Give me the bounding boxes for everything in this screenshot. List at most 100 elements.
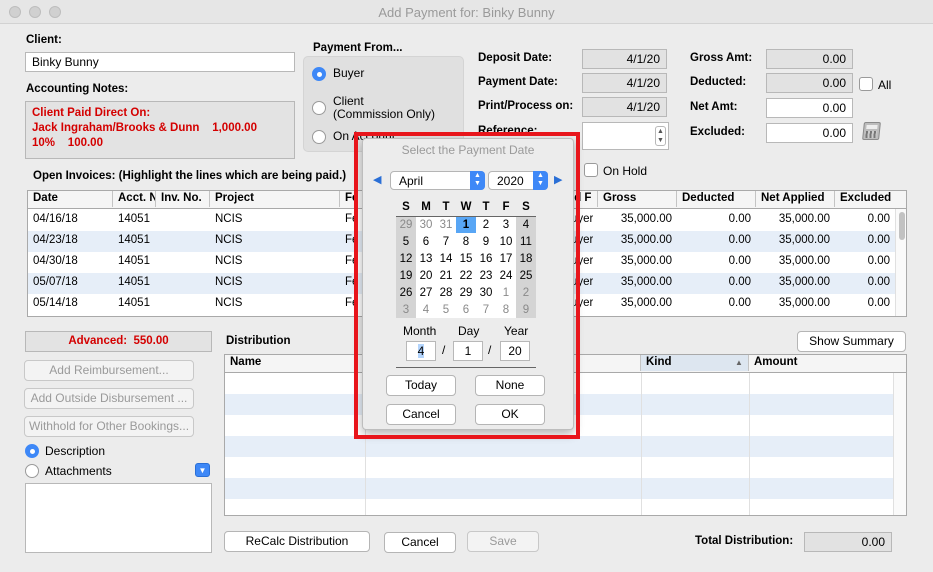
col-inv-no[interactable]: Inv. No.	[156, 191, 210, 207]
on-hold-label: On Hold	[603, 164, 648, 178]
table-cell: 35,000.00	[778, 234, 830, 246]
table-cell: 35,000.00	[620, 213, 672, 225]
table-cell: NCIS	[215, 213, 243, 225]
payment-from-label: Payment From...	[313, 42, 403, 54]
client-field[interactable]: Binky Bunny	[25, 52, 295, 72]
net-amt-field[interactable]: 0.00	[766, 98, 853, 118]
col-kind[interactable]: Kind	[641, 355, 749, 371]
table-cell: 0.00	[867, 255, 890, 267]
commission-only-label: (Commission Only)	[333, 107, 436, 121]
client-option-label: Client	[333, 94, 364, 108]
recalc-distribution-button[interactable]: ReCalc Distribution	[224, 531, 370, 552]
gross-amt-field: 0.00	[766, 49, 853, 69]
sort-ascending-icon: ▲	[735, 358, 743, 367]
deposit-date-label: Deposit Date:	[478, 52, 553, 64]
table-cell: NCIS	[215, 234, 243, 246]
client-label: Client:	[26, 34, 62, 46]
add-reimbursement-button[interactable]: Add Reimbursement...	[24, 360, 194, 381]
note-line: 10% 100.00	[32, 137, 103, 149]
deducted-field: 0.00	[766, 73, 853, 93]
table-cell: 35,000.00	[620, 297, 672, 309]
cancel-button[interactable]: Cancel	[384, 532, 456, 553]
window-title: Add Payment for: Binky Bunny	[378, 5, 555, 20]
table-cell: NCIS	[215, 276, 243, 288]
table-cell: 05/14/18	[33, 297, 78, 309]
calculator-icon[interactable]	[862, 122, 881, 140]
save-button[interactable]: Save	[467, 531, 539, 552]
col-excluded[interactable]: Excluded	[835, 191, 895, 207]
reference-field[interactable]: ▲ ▼	[582, 122, 669, 150]
table-cell: 0.00	[867, 213, 890, 225]
payment-date-field[interactable]: 4/1/20	[582, 73, 667, 93]
table-cell: NCIS	[215, 297, 243, 309]
table-cell: 0.00	[728, 297, 751, 309]
show-summary-button[interactable]: Show Summary	[797, 331, 906, 352]
col-gross[interactable]: Gross	[598, 191, 677, 207]
title-bar: Add Payment for: Binky Bunny	[0, 0, 933, 24]
table-cell: NCIS	[215, 255, 243, 267]
deposit-date-field[interactable]: 4/1/20	[582, 49, 667, 69]
table-cell: 0.00	[728, 276, 751, 288]
all-checkbox[interactable]	[859, 77, 873, 91]
table-cell: 05/07/18	[33, 276, 78, 288]
description-textarea[interactable]	[25, 483, 212, 553]
table-cell: 14051	[118, 213, 150, 225]
table-cell: 0.00	[728, 213, 751, 225]
advanced-amount: Advanced: 550.00	[25, 331, 212, 352]
all-label: All	[878, 78, 892, 92]
client-radio[interactable]	[312, 101, 326, 115]
table-cell: 04/23/18	[33, 234, 78, 246]
reference-stepper-icon[interactable]: ▲ ▼	[655, 126, 666, 146]
table-cell: 0.00	[867, 234, 890, 246]
deducted-label: Deducted:	[690, 76, 747, 88]
table-cell: 35,000.00	[620, 234, 672, 246]
table-cell: 04/30/18	[33, 255, 78, 267]
col-amount[interactable]: Amount	[749, 355, 893, 371]
table-cell: 35,000.00	[620, 255, 672, 267]
payment-date-label: Payment Date:	[478, 76, 558, 88]
net-amt-label: Net Amt:	[690, 101, 738, 113]
total-distribution-label: Total Distribution:	[695, 535, 794, 547]
col-net-applied[interactable]: Net Applied	[756, 191, 835, 207]
col-project[interactable]: Project	[210, 191, 340, 207]
table-cell: 35,000.00	[778, 255, 830, 267]
table-cell: 0.00	[867, 297, 890, 309]
buyer-radio[interactable]	[312, 67, 326, 81]
col-acct[interactable]: Acct. N	[113, 191, 156, 207]
accounting-notes-box[interactable]: Client Paid Direct On: Jack Ingraham/Bro…	[25, 101, 295, 159]
table-cell: 14051	[118, 234, 150, 246]
attachments-label: Attachments	[45, 464, 112, 478]
description-radio[interactable]	[25, 444, 39, 458]
invoices-scrollbar[interactable]	[895, 209, 906, 316]
note-line: Jack Ingraham/Brooks & Dunn 1,000.00	[32, 122, 257, 134]
attachments-radio[interactable]	[25, 464, 39, 478]
attachments-dropdown-icon[interactable]: ▼	[195, 463, 210, 477]
col-name[interactable]: Name	[225, 355, 365, 371]
accounting-notes-label: Accounting Notes:	[26, 83, 129, 95]
table-cell: 35,000.00	[620, 276, 672, 288]
table-cell: 35,000.00	[778, 213, 830, 225]
excluded-label: Excluded:	[690, 126, 745, 138]
highlight-box	[354, 132, 580, 439]
table-cell: 0.00	[728, 255, 751, 267]
gross-amt-label: Gross Amt:	[690, 52, 753, 64]
table-cell: 04/16/18	[33, 213, 78, 225]
on-account-radio[interactable]	[312, 130, 326, 144]
table-cell: 35,000.00	[778, 276, 830, 288]
table-cell: 0.00	[867, 276, 890, 288]
distribution-scrollbar[interactable]	[893, 373, 906, 515]
excluded-field[interactable]: 0.00	[766, 123, 853, 143]
buyer-label: Buyer	[333, 66, 365, 80]
open-invoices-label: Open Invoices: (Highlight the lines whic…	[33, 170, 347, 182]
distribution-label: Distribution	[226, 335, 291, 347]
table-cell: 14051	[118, 276, 150, 288]
col-date[interactable]: Date	[28, 191, 113, 207]
col-deducted[interactable]: Deducted	[677, 191, 756, 207]
description-label: Description	[45, 444, 106, 458]
total-distribution-field: 0.00	[804, 532, 892, 552]
withhold-other-bookings-button[interactable]: Withhold for Other Bookings...	[24, 416, 194, 437]
print-process-field[interactable]: 4/1/20	[582, 97, 667, 117]
on-hold-checkbox[interactable]	[584, 163, 598, 177]
table-cell: 0.00	[728, 234, 751, 246]
add-outside-disbursement-button[interactable]: Add Outside Disbursement ...	[24, 388, 194, 409]
